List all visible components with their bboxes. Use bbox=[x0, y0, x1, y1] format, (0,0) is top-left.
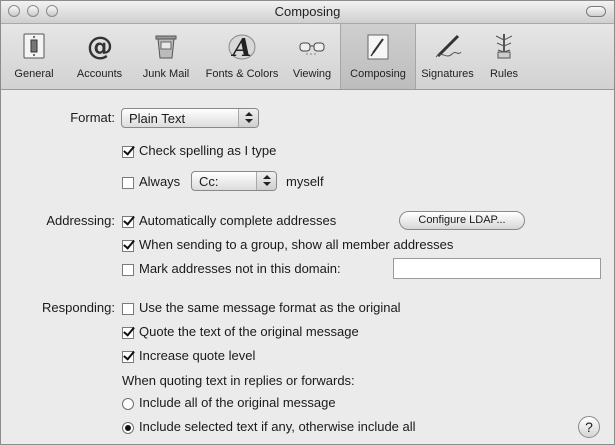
increase-quote-row[interactable]: Increase quote level bbox=[122, 348, 255, 363]
format-label: Format: bbox=[70, 110, 115, 125]
composing-pane: Format: Plain Text Check spelling as I t… bbox=[1, 90, 614, 444]
always-cc-row: Always bbox=[122, 174, 180, 189]
format-popup[interactable]: Plain Text bbox=[121, 108, 259, 128]
same-format-row[interactable]: Use the same message format as the origi… bbox=[122, 300, 401, 315]
quote-text-checkbox[interactable] bbox=[122, 326, 134, 339]
tab-signatures[interactable]: Signatures bbox=[414, 24, 481, 89]
tab-label: General bbox=[14, 68, 54, 80]
autocomplete-row[interactable]: Automatically complete addresses bbox=[122, 213, 336, 228]
tab-label: Junk Mail bbox=[142, 68, 190, 80]
mark-domain-checkbox[interactable] bbox=[122, 263, 134, 276]
group-checkbox[interactable] bbox=[122, 239, 134, 252]
same-format-checkbox[interactable] bbox=[122, 302, 134, 315]
trash-can-icon bbox=[155, 35, 177, 59]
chevron-updown-icon bbox=[256, 172, 276, 190]
pencil-paper-icon bbox=[367, 34, 389, 60]
when-quoting-label: When quoting text in replies or forwards… bbox=[122, 373, 355, 388]
cc-popup[interactable]: Cc: bbox=[191, 171, 277, 191]
include-all-row[interactable]: Include all of the original message bbox=[122, 395, 336, 410]
svg-text:A: A bbox=[231, 33, 252, 62]
include-selected-radio[interactable] bbox=[122, 421, 134, 434]
signature-pen-icon bbox=[435, 34, 461, 58]
include-selected-label: Include selected text if any, otherwise … bbox=[139, 419, 416, 434]
tab-label: Composing bbox=[350, 68, 406, 80]
preferences-toolbar: General @ Accounts Junk Mail A Fonts & C… bbox=[1, 24, 614, 90]
light-switch-icon bbox=[23, 33, 45, 59]
tab-label: Rules bbox=[489, 68, 519, 80]
glasses-icon bbox=[299, 42, 325, 55]
tab-label: Viewing bbox=[292, 68, 332, 80]
mark-domain-label: Mark addresses not in this domain: bbox=[139, 261, 341, 276]
tab-label: Accounts bbox=[76, 68, 123, 80]
chevron-updown-icon bbox=[238, 109, 258, 127]
mark-domain-row[interactable]: Mark addresses not in this domain: bbox=[122, 261, 341, 276]
window-title: Composing bbox=[274, 4, 341, 19]
quote-text-row[interactable]: Quote the text of the original message bbox=[122, 324, 359, 339]
spell-check-label: Check spelling as I type bbox=[139, 143, 277, 158]
format-popup-value: Plain Text bbox=[129, 111, 186, 126]
cc-popup-value: Cc: bbox=[199, 174, 219, 189]
svg-text:@: @ bbox=[87, 32, 113, 62]
configure-ldap-button[interactable]: Configure LDAP... bbox=[399, 211, 525, 230]
addressing-label: Addressing: bbox=[46, 213, 115, 228]
group-label: When sending to a group, show all member… bbox=[139, 237, 454, 252]
tab-accounts[interactable]: @ Accounts bbox=[67, 24, 132, 89]
preferences-window: Composing General @ Accounts Junk Mail A… bbox=[0, 0, 615, 445]
tab-junk-mail[interactable]: Junk Mail bbox=[132, 24, 200, 89]
tab-label: Fonts & Colors bbox=[205, 68, 279, 80]
increase-quote-checkbox[interactable] bbox=[122, 350, 134, 363]
increase-quote-label: Increase quote level bbox=[139, 348, 256, 363]
quote-text-label: Quote the text of the original message bbox=[139, 324, 359, 339]
tab-rules[interactable]: Rules bbox=[481, 24, 527, 89]
include-all-radio[interactable] bbox=[122, 397, 134, 410]
tab-general[interactable]: General bbox=[1, 24, 67, 89]
same-format-label: Use the same message format as the origi… bbox=[139, 300, 401, 315]
toolbar-toggle-button[interactable] bbox=[586, 6, 606, 17]
tab-fonts-colors[interactable]: A Fonts & Colors bbox=[200, 24, 284, 89]
font-a-icon: A bbox=[228, 33, 256, 62]
tab-composing[interactable]: Composing bbox=[340, 24, 416, 89]
help-button[interactable]: ? bbox=[578, 416, 600, 438]
tab-label: Signatures bbox=[421, 68, 474, 80]
group-row[interactable]: When sending to a group, show all member… bbox=[122, 237, 453, 252]
myself-label: myself bbox=[286, 174, 324, 189]
title-bar: Composing bbox=[1, 1, 614, 24]
always-checkbox[interactable] bbox=[122, 176, 134, 189]
responding-label: Responding: bbox=[42, 300, 115, 315]
domain-field[interactable] bbox=[393, 258, 601, 279]
autocomplete-label: Automatically complete addresses bbox=[139, 213, 337, 228]
autocomplete-checkbox[interactable] bbox=[122, 215, 134, 228]
always-label: Always bbox=[139, 174, 181, 189]
rules-icon bbox=[495, 34, 513, 59]
tab-viewing[interactable]: Viewing bbox=[284, 24, 340, 89]
include-all-label: Include all of the original message bbox=[139, 395, 336, 410]
include-selected-row[interactable]: Include selected text if any, otherwise … bbox=[122, 419, 416, 434]
at-sign-icon: @ bbox=[87, 32, 113, 62]
spell-check-row[interactable]: Check spelling as I type bbox=[122, 143, 276, 158]
spell-check-checkbox[interactable] bbox=[122, 145, 134, 158]
